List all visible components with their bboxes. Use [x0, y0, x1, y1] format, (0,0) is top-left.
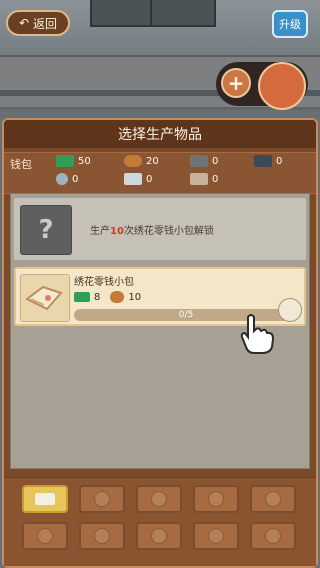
unlock-count: 10	[110, 226, 124, 237]
lock-icon	[265, 491, 281, 507]
lock-icon	[151, 491, 167, 507]
lock-icon	[208, 491, 224, 507]
slot-locked[interactable]	[136, 485, 182, 513]
upgrade-button[interactable]: 升级	[272, 10, 308, 38]
lock-icon	[208, 528, 224, 544]
slot-locked[interactable]	[22, 522, 68, 550]
thimble-icon	[190, 173, 208, 185]
item-name: 绣花零钱小包	[74, 277, 134, 288]
back-arrow-icon: ↶	[18, 16, 30, 30]
unlock-text-before: 生产	[90, 226, 110, 237]
wallet-value: 0	[276, 155, 283, 167]
slot-locked[interactable]	[136, 522, 182, 550]
tutorial-hand-icon	[236, 311, 278, 355]
wallet-resource-coin: 0	[56, 173, 78, 185]
slot-locked[interactable]	[250, 485, 296, 513]
wallet-resource-yarn: 20	[124, 155, 159, 167]
cash-pay-icon[interactable]	[278, 298, 302, 322]
slot-locked[interactable]	[193, 485, 239, 513]
wallet-value: 0	[212, 155, 219, 167]
slot-locked[interactable]	[79, 522, 125, 550]
wallet-value: 20	[146, 155, 159, 167]
wallet-value: 0	[212, 173, 219, 185]
back-button-label: 返回	[33, 16, 58, 31]
dialog-title: 选择生产物品	[118, 127, 202, 143]
cloth-roll-icon	[254, 155, 272, 167]
lock-icon	[265, 528, 281, 544]
lock-icon	[94, 491, 110, 507]
wallet-resource-metal: 0	[190, 155, 218, 167]
metal-bar-icon	[190, 155, 208, 167]
wallet-value: 50	[78, 155, 91, 167]
slot-locked[interactable]	[250, 522, 296, 550]
pouch-icon	[20, 274, 70, 322]
add-button[interactable]: +	[221, 68, 251, 98]
lock-icon	[94, 528, 110, 544]
slot-active[interactable]	[22, 485, 68, 513]
slot-locked[interactable]	[193, 522, 239, 550]
plus-icon: +	[227, 71, 245, 95]
slot-locked[interactable]	[79, 485, 125, 513]
cost-yarn: 10	[128, 291, 142, 303]
item-cost: 8 10	[74, 291, 141, 303]
wallet-resource-thimble: 0	[190, 173, 218, 185]
round-action-button[interactable]	[258, 62, 306, 110]
door-left	[90, 0, 156, 27]
lock-icon	[151, 528, 167, 544]
cost-cash: 8	[94, 291, 101, 303]
wallet-label: 钱包	[10, 158, 32, 171]
back-button[interactable]: ↶ 返回	[6, 10, 70, 36]
cash-stack-icon	[74, 292, 90, 302]
door-right	[150, 0, 216, 27]
scissors-icon	[124, 173, 142, 185]
coin-icon	[56, 173, 68, 185]
wallet-resource-cash: 50	[56, 155, 91, 167]
cash-stack-icon	[56, 155, 74, 167]
pouch-illustration	[25, 285, 63, 311]
wallet-value: 0	[72, 173, 79, 185]
pouch-icon	[35, 493, 55, 505]
unlock-text-after: 次绣花零钱小包解锁	[123, 226, 214, 237]
wallet-resource-scissors: 0	[124, 173, 152, 185]
wallet-value: 0	[146, 173, 153, 185]
yarn-ball-icon	[124, 155, 142, 167]
yarn-ball-icon	[110, 291, 125, 303]
question-mark-icon: ?	[20, 205, 72, 255]
lock-icon	[37, 528, 53, 544]
unlock-requirement-text: 生产10次绣花零钱小包解锁	[90, 222, 214, 237]
wallet-resource-cloth: 0	[254, 155, 282, 167]
